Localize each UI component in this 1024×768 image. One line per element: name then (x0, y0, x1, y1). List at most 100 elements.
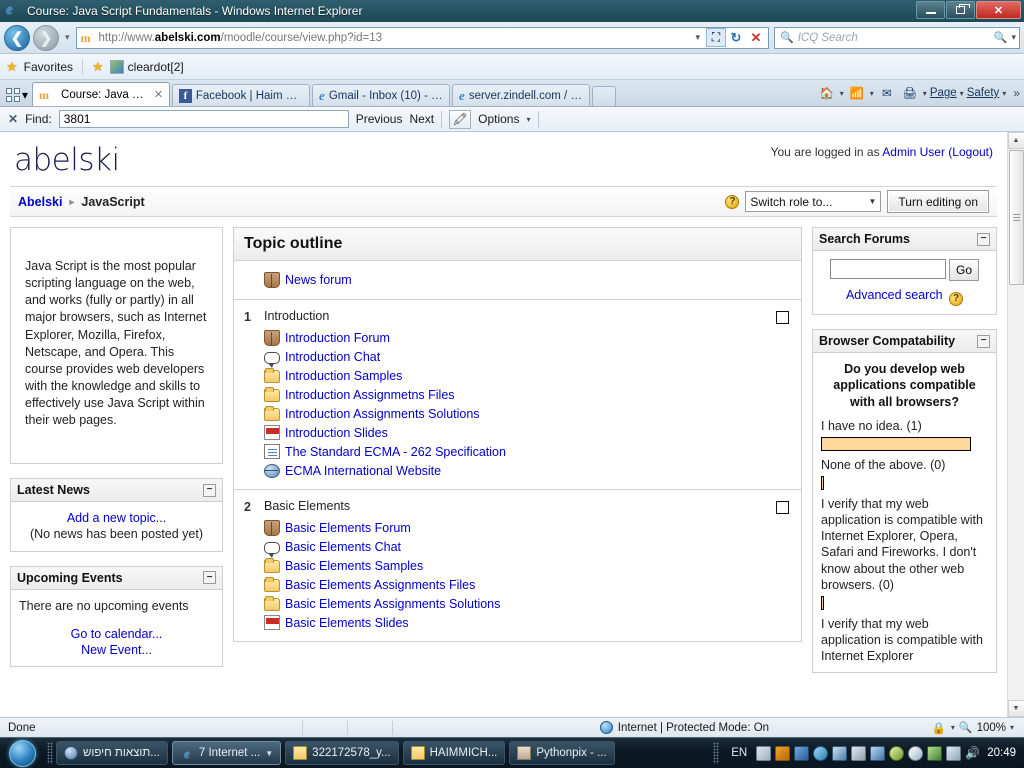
display-icon[interactable] (851, 745, 867, 761)
collapse-icon[interactable]: − (977, 334, 990, 348)
resource-link[interactable]: The Standard ECMA - 262 Specification (285, 445, 506, 459)
overflow-chevron-icon[interactable]: » (1013, 86, 1020, 100)
chevron-down-icon[interactable]: ▼ (265, 749, 273, 758)
advanced-search-link[interactable]: Advanced search (846, 288, 943, 302)
taskbar-button-haimmich[interactable]: HAIMMICH... (402, 741, 506, 765)
chevron-down-icon[interactable]: ▾ (22, 88, 28, 102)
resource-link[interactable]: News forum (285, 273, 352, 287)
resource-item[interactable]: Introduction Samples (264, 366, 791, 385)
collapse-icon[interactable]: − (977, 232, 990, 246)
battery-icon[interactable] (946, 745, 962, 761)
resource-link[interactable]: ECMA International Website (285, 464, 441, 478)
mail-icon[interactable]: ✉ (877, 83, 897, 103)
new-event-link[interactable]: New Event... (81, 643, 152, 657)
privacy-lock-icon[interactable]: 🔒 (932, 721, 947, 735)
taskbar-button-search-results[interactable]: תוצאות חיפוש... (56, 741, 168, 765)
page-chevron-down-icon[interactable]: ▾ (960, 89, 964, 98)
privacy-chevron-down-icon[interactable]: ▾ (951, 723, 955, 732)
antivirus-icon[interactable] (927, 745, 943, 761)
collapse-icon[interactable]: − (203, 483, 216, 497)
resource-link[interactable]: Basic Elements Assignments Files (285, 578, 475, 592)
resource-item[interactable]: Basic Elements Forum (264, 518, 791, 538)
scroll-up-arrow-icon[interactable]: ▲ (1007, 132, 1024, 149)
resource-item[interactable]: ECMA International Website (264, 461, 791, 480)
resource-link[interactable]: Basic Elements Slides (285, 616, 409, 630)
resource-item[interactable]: Basic Elements Chat (264, 538, 791, 558)
favorites-label[interactable]: Favorites (24, 60, 73, 74)
refresh-icon[interactable]: ↻ (726, 28, 746, 47)
options-chevron-down-icon[interactable]: ▾ (526, 115, 530, 124)
home-chevron-down-icon[interactable]: ▾ (840, 89, 844, 98)
media-player-icon[interactable] (908, 745, 924, 761)
tray-grip[interactable] (713, 742, 720, 764)
quick-tabs-button[interactable]: ▾ (4, 88, 32, 106)
turn-editing-on-button[interactable]: Turn editing on (887, 190, 989, 213)
stop-icon[interactable]: ✕ (746, 28, 766, 47)
favorites-star-icon[interactable]: ★ (6, 59, 18, 75)
resource-link[interactable]: Introduction Assignmetns Files (285, 388, 455, 402)
minimize-button[interactable] (916, 1, 945, 19)
resource-link[interactable]: Introduction Forum (285, 331, 390, 345)
resource-item[interactable]: Introduction Slides (264, 423, 791, 442)
resource-link[interactable]: Basic Elements Forum (285, 521, 411, 535)
resource-item[interactable]: Introduction Chat (264, 348, 791, 368)
monitor-icon[interactable] (832, 745, 848, 761)
switch-role-select[interactable]: Switch role to... ▼ (745, 191, 882, 212)
resource-item[interactable]: Introduction Assignments Solutions (264, 404, 791, 423)
tray-icon-generic[interactable] (756, 745, 772, 761)
recent-pages-chevron-icon[interactable]: ▾ (62, 32, 73, 43)
section-highlight-checkbox[interactable] (776, 501, 789, 514)
search-dropdown-icon[interactable]: ▾ (1011, 32, 1016, 43)
resource-item[interactable]: Basic Elements Assignments Files (264, 575, 791, 594)
user-profile-link[interactable]: Admin User (882, 145, 945, 159)
bluetooth-icon[interactable] (870, 745, 886, 761)
collapse-icon[interactable]: − (203, 571, 216, 584)
favorite-item-cleardot[interactable]: cleardot[2] (109, 59, 184, 74)
start-button[interactable] (0, 738, 44, 768)
language-indicator[interactable]: EN (726, 747, 752, 759)
safety-chevron-down-icon[interactable]: ▾ (1002, 89, 1006, 98)
print-chevron-down-icon[interactable]: ▾ (923, 89, 927, 98)
diamond-icon[interactable] (813, 745, 829, 761)
go-to-calendar-link[interactable]: Go to calendar... (71, 627, 163, 641)
resource-link[interactable]: Basic Elements Assignments Solutions (285, 597, 500, 611)
print-icon[interactable]: 🖨 (900, 83, 920, 103)
resource-link[interactable]: Basic Elements Chat (285, 540, 401, 554)
address-bar[interactable]: m http://www.abelski.com/moodle/course/v… (75, 26, 769, 49)
search-provider-icon[interactable]: 🔍 (994, 31, 1008, 44)
rss-feeds-icon[interactable]: 📶 (847, 83, 867, 103)
find-close-icon[interactable]: ✕ (8, 112, 18, 126)
close-button[interactable]: ✕ (976, 1, 1021, 19)
security-zone[interactable]: Internet | Protected Mode: On (437, 721, 932, 734)
logout-link[interactable]: (Logout) (948, 145, 993, 159)
taskbar-grip[interactable] (47, 742, 53, 764)
zoom-level[interactable]: 100% (977, 722, 1006, 734)
volume-icon[interactable]: 🔊 (965, 746, 980, 761)
tab-facebook[interactable]: f Facebook | Haim Mic... (172, 84, 311, 106)
find-options-menu[interactable]: Options (478, 112, 519, 126)
resource-item[interactable]: Introduction Forum (264, 328, 791, 348)
resource-item[interactable]: Basic Elements Samples (264, 556, 791, 575)
taskbar-button-pythonpix[interactable]: Pythonpix - ... (509, 741, 615, 765)
add-new-topic-link[interactable]: Add a new topic... (67, 511, 166, 525)
taskbar-button-internet-explorer[interactable]: e 7 Internet ... ▼ (171, 741, 282, 765)
breadcrumb-root[interactable]: Abelski (18, 195, 62, 209)
compatibility-view-icon[interactable]: ⛶ (706, 28, 726, 47)
resource-link[interactable]: Introduction Slides (285, 426, 388, 440)
resource-item[interactable]: Basic Elements Slides (264, 613, 791, 632)
network-icon[interactable] (794, 745, 810, 761)
disc-icon[interactable] (889, 745, 905, 761)
tab-course-javascript[interactable]: m Course: Java Script... ✕ (32, 82, 171, 106)
forward-button[interactable]: ❯ (33, 24, 59, 51)
help-icon[interactable]: ? (725, 194, 740, 209)
resource-link[interactable]: Introduction Chat (285, 350, 380, 364)
tab-server-zindell[interactable]: e server.zindell.com / lo... (452, 84, 591, 106)
back-button[interactable]: ❮ (4, 24, 30, 51)
help-icon[interactable]: ? (949, 292, 964, 306)
restore-button[interactable] (946, 1, 975, 19)
tab-gmail[interactable]: e Gmail - Inbox (10) - h... (312, 84, 451, 106)
resource-link[interactable]: Introduction Assignments Solutions (285, 407, 480, 421)
find-previous-button[interactable]: Previous (356, 112, 403, 126)
add-to-favorites-bar-icon[interactable]: ★ (92, 59, 104, 75)
resource-link[interactable]: Basic Elements Samples (285, 559, 423, 573)
